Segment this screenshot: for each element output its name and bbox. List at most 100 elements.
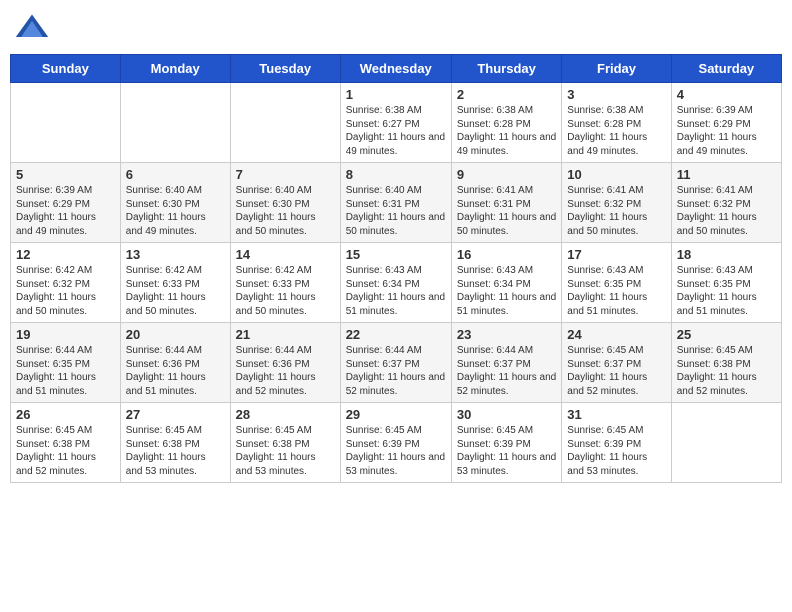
day-info: Sunrise: 6:45 AM Sunset: 6:38 PM Dayligh… [236, 424, 335, 478]
day-number: 6 [126, 167, 225, 182]
day-number: 26 [16, 407, 115, 422]
day-info: Sunrise: 6:45 AM Sunset: 6:37 PM Dayligh… [567, 344, 665, 398]
day-number: 14 [236, 247, 335, 262]
calendar-day-cell: 14 Sunrise: 6:42 AM Sunset: 6:33 PM Dayli… [230, 243, 340, 323]
day-info: Sunrise: 6:41 AM Sunset: 6:32 PM Dayligh… [567, 184, 665, 238]
calendar-week-row: 12Sunrise: 6:42 AM Sunset: 6:32 PM Dayli… [11, 243, 782, 323]
day-number: 30 [457, 407, 556, 422]
day-info: Sunrise: 6:43 AM Sunset: 6:34 PM Dayligh… [346, 264, 446, 318]
day-info: Sunrise: 6:45 AM Sunset: 6:38 PM Dayligh… [16, 424, 115, 478]
calendar-day-cell: 13Sunrise: 6:42 AM Sunset: 6:33 PM Dayli… [120, 243, 230, 323]
day-info: Sunrise: 6:44 AM Sunset: 6:36 PM Dayligh… [126, 344, 225, 398]
calendar-day-cell: 5 Sunrise: 6:39 AM Sunset: 6:29 PM Daylig… [11, 163, 121, 243]
calendar-day-cell: 10 Sunrise: 6:41 AM Sunset: 6:32 PM Dayli… [562, 163, 671, 243]
day-number: 10 [567, 167, 665, 182]
calendar-week-row: 5 Sunrise: 6:39 AM Sunset: 6:29 PM Daylig… [11, 163, 782, 243]
calendar-day-cell: 31Sunrise: 6:45 AM Sunset: 6:39 PM Dayli… [562, 403, 671, 483]
day-number: 5 [16, 167, 115, 182]
day-info: Sunrise: 6:44 AM Sunset: 6:35 PM Dayligh… [16, 344, 115, 398]
day-number: 16 [457, 247, 556, 262]
calendar-header-row: SundayMondayTuesdayWednesdayThursdayFrid… [11, 55, 782, 83]
day-info: Sunrise: 6:41 AM Sunset: 6:31 PM Dayligh… [457, 184, 556, 238]
day-info: Sunrise: 6:40 AM Sunset: 6:30 PM Dayligh… [236, 184, 335, 238]
calendar-day-cell: 26 Sunrise: 6:45 AM Sunset: 6:38 PM Dayli… [11, 403, 121, 483]
day-info: Sunrise: 6:42 AM Sunset: 6:33 PM Dayligh… [236, 264, 335, 318]
day-number: 8 [346, 167, 446, 182]
day-number: 1 [346, 87, 446, 102]
calendar-day-cell [11, 83, 121, 163]
day-info: Sunrise: 6:44 AM Sunset: 6:36 PM Dayligh… [236, 344, 335, 398]
day-number: 31 [567, 407, 665, 422]
calendar-day-cell: 23 Sunrise: 6:44 AM Sunset: 6:37 PM Dayli… [451, 323, 561, 403]
day-info: Sunrise: 6:41 AM Sunset: 6:32 PM Dayligh… [677, 184, 776, 238]
calendar-day-cell: 24 Sunrise: 6:45 AM Sunset: 6:37 PM Dayli… [562, 323, 671, 403]
day-number: 21 [236, 327, 335, 342]
calendar-day-cell: 1 Sunrise: 6:38 AM Sunset: 6:27 PM Daylig… [340, 83, 451, 163]
day-of-week-header: Saturday [671, 55, 781, 83]
day-info: Sunrise: 6:43 AM Sunset: 6:34 PM Dayligh… [457, 264, 556, 318]
day-number: 28 [236, 407, 335, 422]
calendar-table: SundayMondayTuesdayWednesdayThursdayFrid… [10, 54, 782, 483]
day-number: 23 [457, 327, 556, 342]
calendar-day-cell: 29 Sunrise: 6:45 AM Sunset: 6:39 PM Dayli… [340, 403, 451, 483]
day-info: Sunrise: 6:45 AM Sunset: 6:39 PM Dayligh… [346, 424, 446, 478]
day-number: 17 [567, 247, 665, 262]
day-info: Sunrise: 6:38 AM Sunset: 6:28 PM Dayligh… [567, 104, 665, 158]
day-number: 25 [677, 327, 776, 342]
calendar-day-cell: 2 Sunrise: 6:38 AM Sunset: 6:28 PM Daylig… [451, 83, 561, 163]
day-number: 12 [16, 247, 115, 262]
calendar-day-cell: 28 Sunrise: 6:45 AM Sunset: 6:38 PM Dayli… [230, 403, 340, 483]
day-info: Sunrise: 6:44 AM Sunset: 6:37 PM Dayligh… [457, 344, 556, 398]
day-number: 9 [457, 167, 556, 182]
calendar-day-cell: 11 Sunrise: 6:41 AM Sunset: 6:32 PM Dayli… [671, 163, 781, 243]
calendar-day-cell [230, 83, 340, 163]
day-number: 11 [677, 167, 776, 182]
day-number: 24 [567, 327, 665, 342]
day-info: Sunrise: 6:45 AM Sunset: 6:38 PM Dayligh… [677, 344, 776, 398]
day-info: Sunrise: 6:38 AM Sunset: 6:28 PM Dayligh… [457, 104, 556, 158]
calendar-day-cell: 7 Sunrise: 6:40 AM Sunset: 6:30 PM Daylig… [230, 163, 340, 243]
day-of-week-header: Sunday [11, 55, 121, 83]
calendar-day-cell: 19 Sunrise: 6:44 AM Sunset: 6:35 PM Dayli… [11, 323, 121, 403]
day-info: Sunrise: 6:38 AM Sunset: 6:27 PM Dayligh… [346, 104, 446, 158]
calendar-day-cell: 6Sunrise: 6:40 AM Sunset: 6:30 PM Daylig… [120, 163, 230, 243]
day-number: 4 [677, 87, 776, 102]
day-info: Sunrise: 6:45 AM Sunset: 6:39 PM Dayligh… [457, 424, 556, 478]
day-of-week-header: Wednesday [340, 55, 451, 83]
calendar-day-cell: 12Sunrise: 6:42 AM Sunset: 6:32 PM Dayli… [11, 243, 121, 323]
calendar-day-cell: 30 Sunrise: 6:45 AM Sunset: 6:39 PM Dayli… [451, 403, 561, 483]
day-number: 19 [16, 327, 115, 342]
day-info: Sunrise: 6:43 AM Sunset: 6:35 PM Dayligh… [677, 264, 776, 318]
calendar-day-cell: 8Sunrise: 6:40 AM Sunset: 6:31 PM Daylig… [340, 163, 451, 243]
logo [14, 10, 52, 46]
day-info: Sunrise: 6:43 AM Sunset: 6:35 PM Dayligh… [567, 264, 665, 318]
day-number: 13 [126, 247, 225, 262]
day-of-week-header: Friday [562, 55, 671, 83]
calendar-week-row: 19 Sunrise: 6:44 AM Sunset: 6:35 PM Dayli… [11, 323, 782, 403]
calendar-day-cell [120, 83, 230, 163]
day-number: 29 [346, 407, 446, 422]
day-number: 22 [346, 327, 446, 342]
calendar-day-cell: 21 Sunrise: 6:44 AM Sunset: 6:36 PM Dayli… [230, 323, 340, 403]
day-number: 7 [236, 167, 335, 182]
day-of-week-header: Monday [120, 55, 230, 83]
calendar-day-cell: 18 Sunrise: 6:43 AM Sunset: 6:35 PM Dayli… [671, 243, 781, 323]
calendar-day-cell: 9 Sunrise: 6:41 AM Sunset: 6:31 PM Daylig… [451, 163, 561, 243]
calendar-week-row: 1 Sunrise: 6:38 AM Sunset: 6:27 PM Daylig… [11, 83, 782, 163]
day-number: 20 [126, 327, 225, 342]
logo-icon [14, 10, 50, 46]
calendar-day-cell: 3Sunrise: 6:38 AM Sunset: 6:28 PM Daylig… [562, 83, 671, 163]
calendar-day-cell: 27Sunrise: 6:45 AM Sunset: 6:38 PM Dayli… [120, 403, 230, 483]
day-info: Sunrise: 6:39 AM Sunset: 6:29 PM Dayligh… [16, 184, 115, 238]
day-number: 2 [457, 87, 556, 102]
calendar-day-cell: 22Sunrise: 6:44 AM Sunset: 6:37 PM Dayli… [340, 323, 451, 403]
day-number: 15 [346, 247, 446, 262]
calendar-day-cell: 20 Sunrise: 6:44 AM Sunset: 6:36 PM Dayli… [120, 323, 230, 403]
calendar-day-cell: 4Sunrise: 6:39 AM Sunset: 6:29 PM Daylig… [671, 83, 781, 163]
day-of-week-header: Thursday [451, 55, 561, 83]
calendar-day-cell: 16 Sunrise: 6:43 AM Sunset: 6:34 PM Dayli… [451, 243, 561, 323]
page-header [10, 10, 782, 46]
day-info: Sunrise: 6:45 AM Sunset: 6:38 PM Dayligh… [126, 424, 225, 478]
calendar-week-row: 26 Sunrise: 6:45 AM Sunset: 6:38 PM Dayli… [11, 403, 782, 483]
day-number: 18 [677, 247, 776, 262]
